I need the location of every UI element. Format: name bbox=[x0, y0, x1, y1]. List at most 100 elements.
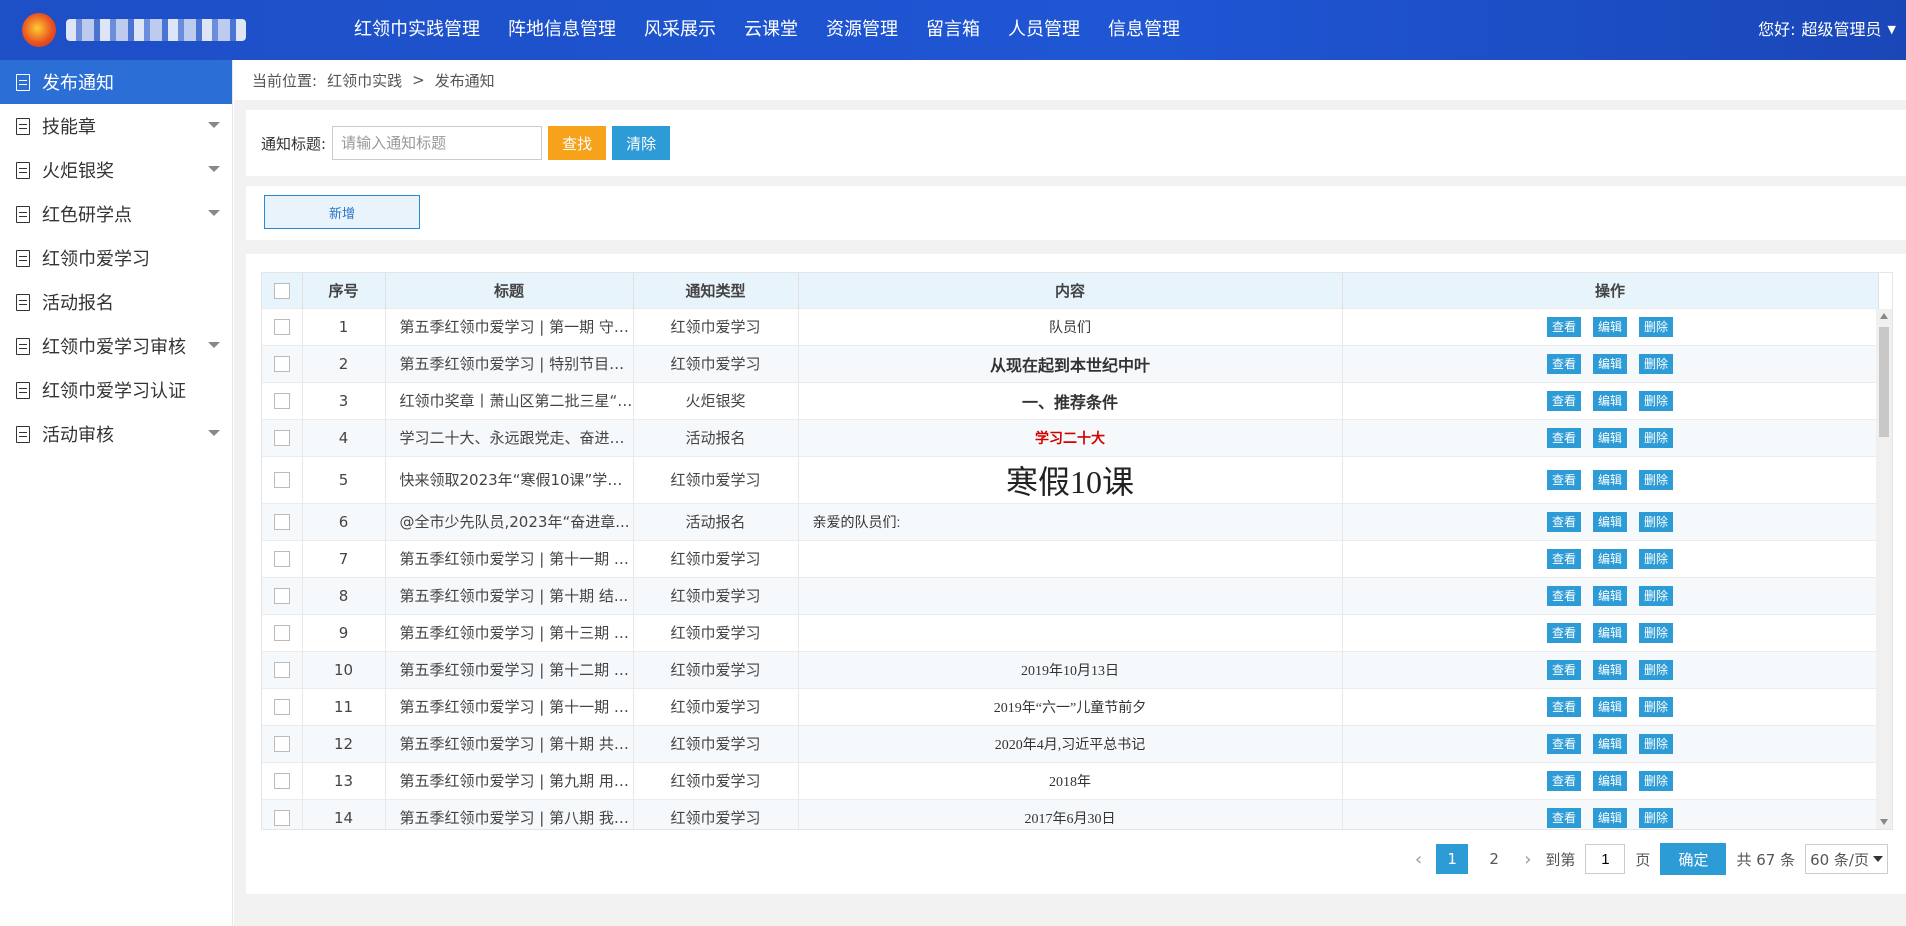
view-button[interactable]: 查看 bbox=[1546, 696, 1581, 717]
view-button[interactable]: 查看 bbox=[1546, 469, 1581, 490]
notice-title-input[interactable] bbox=[332, 126, 543, 160]
delete-button[interactable]: 删除 bbox=[1639, 696, 1674, 717]
row-checkbox[interactable] bbox=[273, 514, 290, 530]
delete-button[interactable]: 删除 bbox=[1639, 548, 1674, 569]
delete-button[interactable]: 删除 bbox=[1639, 659, 1674, 680]
sidebar-item-7[interactable]: 红领巾爱学习认证 bbox=[0, 368, 232, 412]
row-select-cell[interactable] bbox=[262, 576, 303, 614]
view-button[interactable]: 查看 bbox=[1546, 390, 1581, 411]
delete-button[interactable]: 删除 bbox=[1639, 469, 1674, 490]
row-select-cell[interactable] bbox=[262, 381, 303, 419]
sidebar-item-6[interactable]: 红领巾爱学习审核 bbox=[0, 324, 232, 368]
edit-button[interactable]: 编辑 bbox=[1592, 733, 1627, 754]
edit-button[interactable]: 编辑 bbox=[1592, 622, 1627, 643]
select-all-cell[interactable] bbox=[262, 273, 303, 308]
delete-button[interactable]: 删除 bbox=[1639, 353, 1674, 374]
clear-button[interactable]: 清除 bbox=[612, 126, 671, 160]
sidebar-item-2[interactable]: 火炬银奖 bbox=[0, 148, 232, 192]
nav-item-7[interactable]: 信息管理 bbox=[1094, 0, 1194, 60]
row-checkbox[interactable] bbox=[273, 699, 290, 715]
row-select-cell[interactable] bbox=[262, 650, 303, 688]
goto-confirm-button[interactable]: 确定 bbox=[1660, 843, 1727, 875]
row-select-cell[interactable] bbox=[262, 455, 303, 503]
add-button[interactable]: 新增 bbox=[264, 195, 420, 229]
view-button[interactable]: 查看 bbox=[1546, 511, 1581, 532]
delete-button[interactable]: 删除 bbox=[1639, 585, 1674, 606]
row-checkbox[interactable] bbox=[273, 625, 290, 641]
edit-button[interactable]: 编辑 bbox=[1592, 316, 1627, 337]
edit-button[interactable]: 编辑 bbox=[1592, 511, 1627, 532]
page-2-button[interactable]: 2 bbox=[1478, 844, 1510, 874]
expand-caret-icon[interactable] bbox=[208, 430, 220, 436]
delete-button[interactable]: 删除 bbox=[1639, 770, 1674, 791]
view-button[interactable]: 查看 bbox=[1546, 427, 1581, 448]
next-page-icon[interactable]: › bbox=[1520, 849, 1535, 870]
row-checkbox[interactable] bbox=[273, 736, 290, 752]
sidebar-item-5[interactable]: 活动报名 bbox=[0, 280, 232, 324]
row-checkbox[interactable] bbox=[273, 430, 290, 446]
scroll-down-icon[interactable] bbox=[1880, 819, 1888, 825]
sidebar-item-8[interactable]: 活动审核 bbox=[0, 412, 232, 456]
view-button[interactable]: 查看 bbox=[1546, 353, 1581, 374]
nav-item-5[interactable]: 留言箱 bbox=[912, 0, 994, 60]
page-1-button[interactable]: 1 bbox=[1436, 844, 1469, 874]
edit-button[interactable]: 编辑 bbox=[1592, 659, 1627, 680]
row-checkbox[interactable] bbox=[273, 773, 290, 789]
nav-item-0[interactable]: 红领巾实践管理 bbox=[340, 0, 494, 60]
site-logo[interactable] bbox=[22, 10, 252, 50]
prev-page-icon[interactable]: ‹ bbox=[1411, 849, 1426, 870]
scroll-up-icon[interactable] bbox=[1880, 313, 1888, 319]
delete-button[interactable]: 删除 bbox=[1639, 316, 1674, 337]
view-button[interactable]: 查看 bbox=[1546, 316, 1581, 337]
expand-caret-icon[interactable] bbox=[208, 342, 220, 348]
nav-item-1[interactable]: 阵地信息管理 bbox=[494, 0, 630, 60]
delete-button[interactable]: 删除 bbox=[1639, 622, 1674, 643]
delete-button[interactable]: 删除 bbox=[1639, 807, 1674, 828]
row-checkbox[interactable] bbox=[273, 662, 290, 678]
goto-page-input[interactable] bbox=[1585, 844, 1626, 874]
sidebar-item-1[interactable]: 技能章 bbox=[0, 104, 232, 148]
page-size-select[interactable]: 60 条/页 bbox=[1805, 844, 1888, 874]
scroll-thumb[interactable] bbox=[1879, 327, 1889, 437]
delete-button[interactable]: 删除 bbox=[1639, 511, 1674, 532]
row-select-cell[interactable] bbox=[262, 798, 303, 829]
row-select-cell[interactable] bbox=[262, 307, 303, 345]
row-checkbox[interactable] bbox=[273, 393, 290, 409]
select-all-checkbox[interactable] bbox=[273, 282, 290, 299]
edit-button[interactable]: 编辑 bbox=[1592, 770, 1627, 791]
row-checkbox[interactable] bbox=[273, 319, 290, 335]
nav-item-4[interactable]: 资源管理 bbox=[812, 0, 912, 60]
view-button[interactable]: 查看 bbox=[1546, 770, 1581, 791]
delete-button[interactable]: 删除 bbox=[1639, 733, 1674, 754]
expand-caret-icon[interactable] bbox=[208, 210, 220, 216]
edit-button[interactable]: 编辑 bbox=[1592, 585, 1627, 606]
delete-button[interactable]: 删除 bbox=[1639, 390, 1674, 411]
row-checkbox[interactable] bbox=[273, 472, 290, 488]
sidebar-item-3[interactable]: 红色研学点 bbox=[0, 192, 232, 236]
row-checkbox[interactable] bbox=[273, 356, 290, 372]
edit-button[interactable]: 编辑 bbox=[1592, 807, 1627, 828]
row-select-cell[interactable] bbox=[262, 724, 303, 762]
row-select-cell[interactable] bbox=[262, 761, 303, 799]
user-menu[interactable]: 您好: 超级管理员 ▼ bbox=[1758, 0, 1896, 60]
row-select-cell[interactable] bbox=[262, 613, 303, 651]
view-button[interactable]: 查看 bbox=[1546, 807, 1581, 828]
row-checkbox[interactable] bbox=[273, 588, 290, 604]
edit-button[interactable]: 编辑 bbox=[1592, 427, 1627, 448]
view-button[interactable]: 查看 bbox=[1546, 585, 1581, 606]
sidebar-item-0[interactable]: 发布通知 bbox=[0, 60, 232, 104]
view-button[interactable]: 查看 bbox=[1546, 659, 1581, 680]
edit-button[interactable]: 编辑 bbox=[1592, 390, 1627, 411]
edit-button[interactable]: 编辑 bbox=[1592, 353, 1627, 374]
edit-button[interactable]: 编辑 bbox=[1592, 696, 1627, 717]
breadcrumb-level1[interactable]: 红领巾实践 bbox=[327, 70, 402, 91]
row-select-cell[interactable] bbox=[262, 344, 303, 382]
row-select-cell[interactable] bbox=[262, 687, 303, 725]
nav-item-2[interactable]: 风采展示 bbox=[630, 0, 730, 60]
find-button[interactable]: 查找 bbox=[548, 126, 607, 160]
view-button[interactable]: 查看 bbox=[1546, 622, 1581, 643]
view-button[interactable]: 查看 bbox=[1546, 733, 1581, 754]
nav-item-3[interactable]: 云课堂 bbox=[730, 0, 812, 60]
delete-button[interactable]: 删除 bbox=[1639, 427, 1674, 448]
row-select-cell[interactable] bbox=[262, 539, 303, 577]
